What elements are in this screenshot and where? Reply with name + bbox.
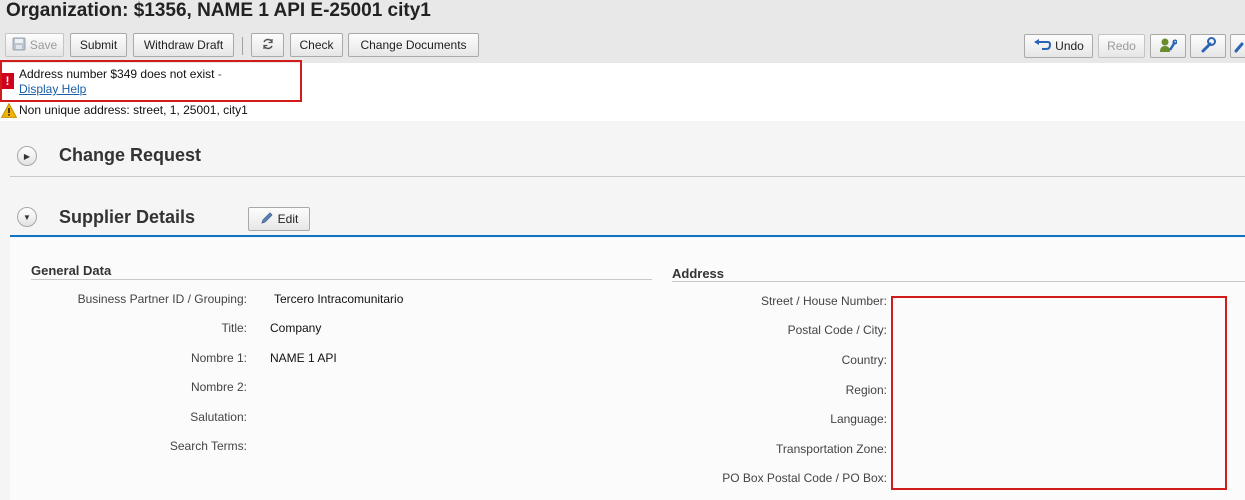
supplier-details-collapse-toggle[interactable]: ▼	[17, 207, 37, 227]
refresh-button[interactable]	[251, 33, 284, 57]
page-title: Organization: $1356, NAME 1 API E-25001 …	[6, 0, 431, 21]
field-label-bp-id: Business Partner ID / Grouping:	[77, 292, 247, 306]
field-label-search-terms: Search Terms:	[169, 439, 247, 453]
triangle-down-icon: ▼	[23, 212, 31, 222]
field-label-postal-city: Postal Code / City:	[787, 323, 887, 337]
wrench-icon	[1200, 36, 1216, 56]
address-values-highlight-box	[891, 296, 1227, 490]
floppy-disk-icon	[12, 37, 26, 54]
settings-button[interactable]	[1190, 34, 1226, 58]
field-label-country: Country:	[841, 353, 887, 367]
error-highlight-box	[0, 60, 302, 102]
address-divider	[672, 281, 1245, 282]
field-label-language: Language:	[830, 412, 887, 426]
triangle-right-icon: ▶	[23, 151, 31, 161]
save-button[interactable]: Save	[5, 33, 64, 57]
address-title: Address	[672, 266, 725, 281]
change-request-expand-toggle[interactable]: ▶	[17, 146, 37, 166]
change-documents-button[interactable]: Change Documents	[348, 33, 479, 57]
field-label-title: Title:	[221, 321, 247, 335]
withdraw-draft-button[interactable]: Withdraw Draft	[133, 33, 234, 57]
check-button[interactable]: Check	[290, 33, 343, 57]
field-label-region: Region:	[845, 383, 887, 397]
redo-button[interactable]: Redo	[1098, 34, 1145, 58]
undo-icon	[1033, 38, 1052, 54]
user-settings-icon	[1159, 37, 1178, 56]
field-label-street: Street / House Number:	[760, 294, 887, 308]
change-request-title[interactable]: Change Request	[59, 145, 201, 166]
wrench-icon	[1234, 37, 1245, 56]
submit-button[interactable]: Submit	[70, 33, 127, 57]
section-accent-line	[10, 235, 1245, 237]
supplier-details-title[interactable]: Supplier Details	[59, 207, 195, 228]
field-label-nombre1: Nombre 1:	[190, 351, 247, 365]
more-tools-button[interactable]	[1230, 34, 1245, 58]
field-value-nombre1: NAME 1 API	[270, 351, 337, 365]
field-label-po-box: PO Box Postal Code / PO Box:	[722, 471, 887, 485]
pencil-icon	[260, 211, 274, 228]
refresh-icon	[261, 37, 275, 54]
field-value-title: Company	[270, 321, 322, 335]
warning-icon	[0, 102, 18, 121]
general-data-title: General Data	[31, 263, 112, 278]
field-value-bp-id: Tercero Intracomunitario	[274, 292, 404, 306]
undo-button[interactable]: Undo	[1024, 34, 1093, 58]
warning-message: Non unique address: street, 1, 25001, ci…	[19, 103, 248, 117]
section-divider	[10, 176, 1245, 177]
field-label-transportation-zone: Transportation Zone:	[776, 442, 887, 456]
field-label-nombre2: Nombre 2:	[190, 380, 247, 394]
personalize-button[interactable]	[1150, 34, 1186, 58]
header: Organization: $1356, NAME 1 API E-25001 …	[0, 0, 1245, 63]
toolbar-separator	[242, 37, 243, 55]
edit-button[interactable]: Edit	[248, 207, 310, 231]
general-data-divider	[31, 279, 652, 280]
field-label-salutation: Salutation:	[190, 410, 247, 424]
